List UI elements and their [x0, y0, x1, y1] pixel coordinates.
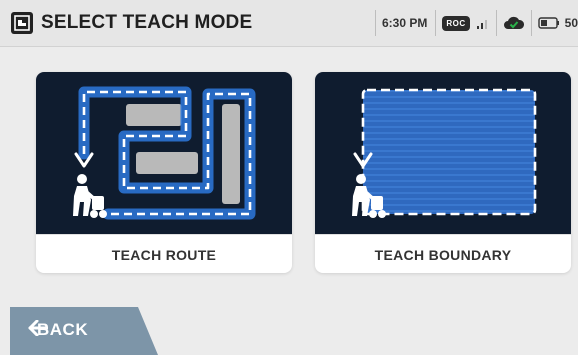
- back-button[interactable]: BACK: [10, 307, 158, 355]
- teach-boundary-label: TEACH BOUNDARY: [315, 234, 571, 273]
- battery-percent: 50: [564, 16, 578, 30]
- roc-badge: ROC: [442, 15, 470, 31]
- boundary-illustration: [315, 72, 571, 234]
- status-divider: [435, 10, 437, 36]
- status-divider: [495, 10, 497, 36]
- signal-bars-icon: [476, 20, 487, 29]
- status-divider: [375, 10, 376, 36]
- teach-boundary-card[interactable]: TEACH BOUNDARY: [315, 72, 571, 273]
- battery-icon: [537, 17, 559, 29]
- app-logo-icon: [11, 12, 33, 34]
- teach-route-card[interactable]: TEACH ROUTE: [36, 72, 292, 273]
- status-bar: 6:30 PM ROC 50: [369, 10, 578, 36]
- header-bar: SELECT TEACH MODE 6:30 PM ROC 50: [0, 0, 578, 47]
- status-divider: [530, 10, 532, 36]
- route-illustration: [36, 72, 292, 234]
- clock-time: 6:30 PM: [382, 16, 428, 30]
- cloud-check-icon: [503, 16, 524, 29]
- teach-route-label: TEACH ROUTE: [36, 234, 292, 273]
- page-title: SELECT TEACH MODE: [41, 12, 253, 33]
- arrow-left-icon: [28, 320, 48, 336]
- operator-machine-icon: [73, 174, 107, 218]
